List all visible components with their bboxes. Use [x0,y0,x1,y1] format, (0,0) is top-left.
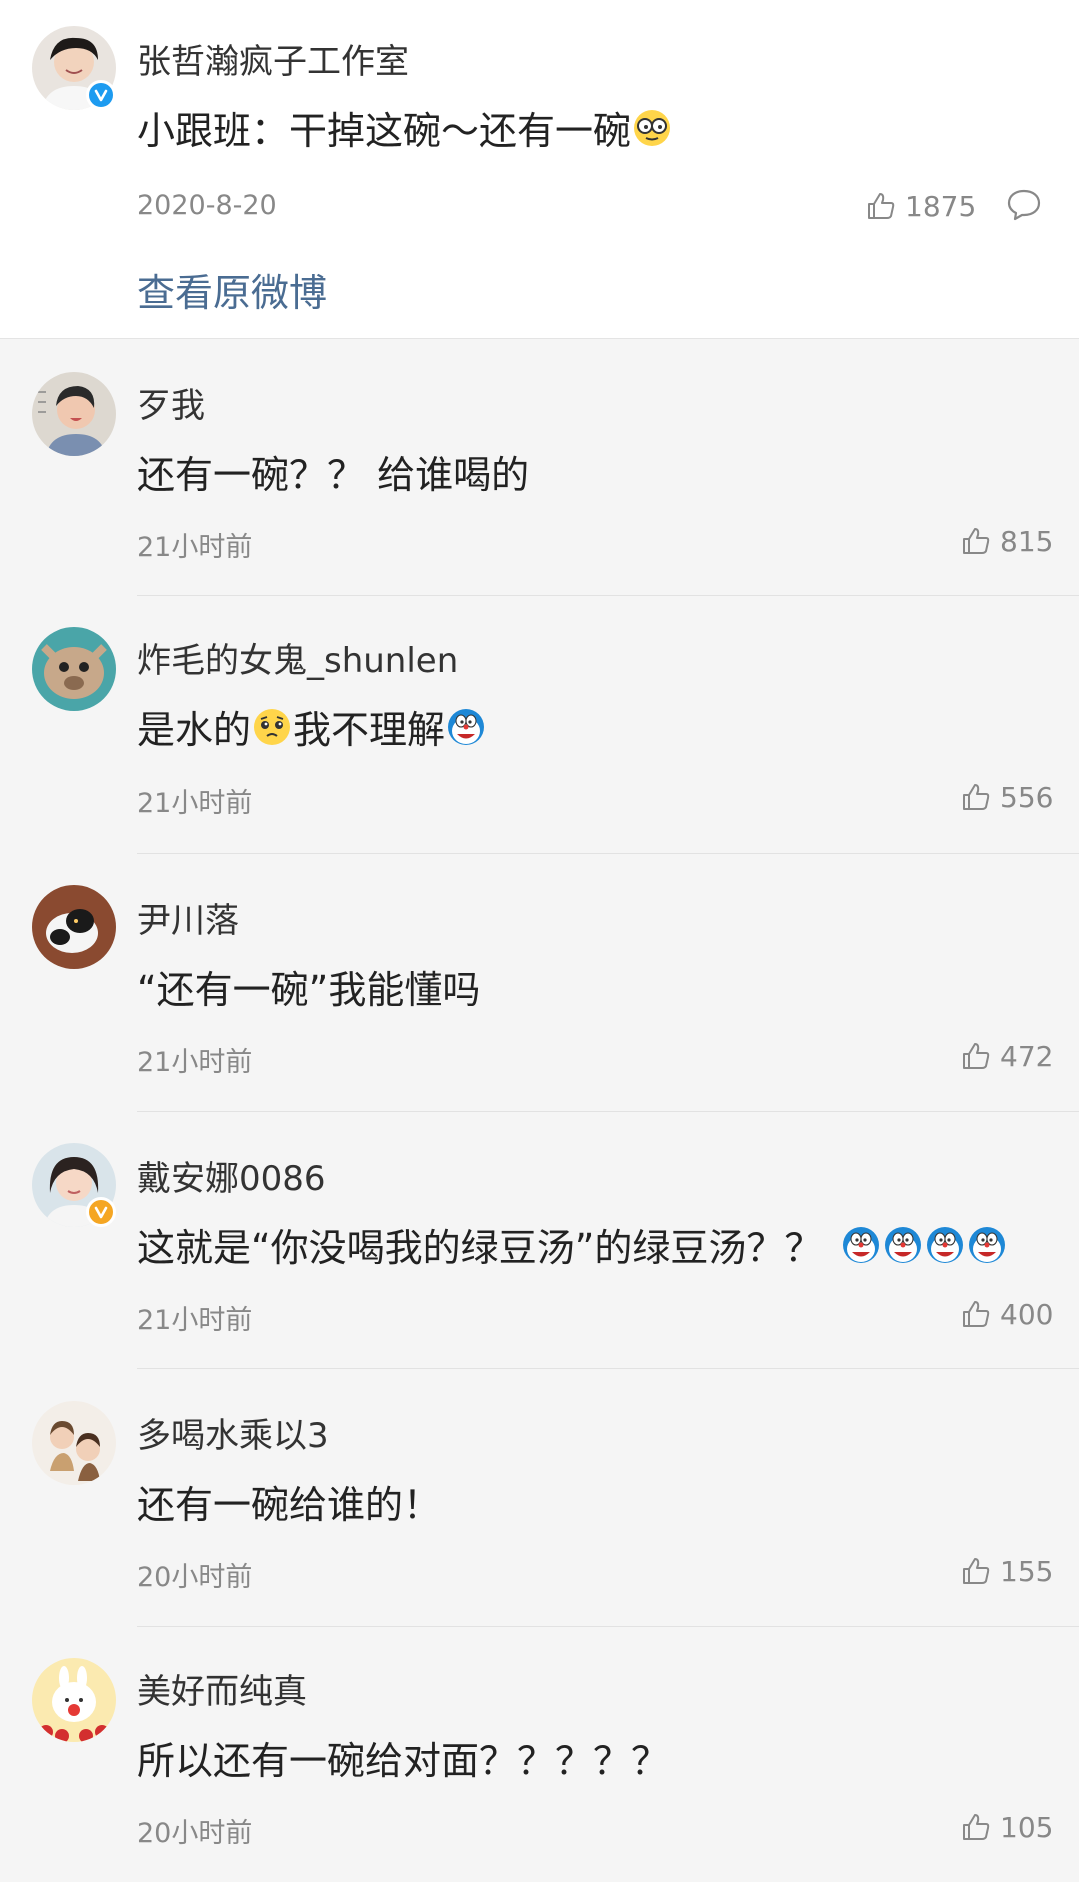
thumbs-up-icon [963,528,990,554]
avatar[interactable] [32,627,116,711]
root-content: 小跟班：干掉这碗～还有一碗 [137,100,673,155]
comment-like-count: 400 [1000,1297,1054,1331]
divider [137,1368,1079,1369]
comment-text: 是水的 我不理解 [137,699,487,754]
comment-bubble-icon[interactable] [1006,186,1042,222]
comment-text: 这就是“你没喝我的绿豆汤”的绿豆汤？？ [137,1217,1008,1272]
comment-username[interactable]: 戴安娜0086 [137,1151,326,1200]
comment-text-part: 是水的 [137,708,252,752]
comment-like-button[interactable]: 400 [960,1294,1053,1334]
thumbs-up-icon [963,1814,990,1840]
comment-item: 炸毛的女鬼_shunlen 是水的 我不理解 21小时前 556 [0,597,1079,854]
doraemon-emoji-icon [446,707,486,747]
comment-like-count: 556 [1000,780,1054,814]
comment-username[interactable]: 炸毛的女鬼_shunlen [137,633,458,682]
divider [137,595,1079,596]
root-like-button[interactable]: 1875 [865,186,976,226]
divider [137,1626,1079,1627]
comment-item: 戴安娜0086 这就是“你没喝我的绿豆汤”的绿豆汤？？ 21小时前 400 [0,1113,1079,1370]
root-date: 2020-8-20 [137,190,277,221]
comment-text-body: 还有一碗？？ 给谁喝的 [137,453,530,497]
comment-username[interactable]: 多喝水乘以3 [137,1408,329,1457]
doraemon-emoji-icon [925,1225,965,1265]
comment-item: 多喝水乘以3 还有一碗给谁的！ 20小时前 155 [0,1370,1079,1627]
avatar[interactable] [32,1658,116,1742]
comment-text-body: 还有一碗给谁的！ [137,1483,442,1527]
comment-time: 20小时前 [137,1818,253,1849]
view-original-link[interactable]: 查看原微博 [137,262,327,317]
comment-time: 21小时前 [137,532,253,563]
comment-item: 歹我 还有一碗？？ 给谁喝的 21小时前 815 [0,340,1079,597]
comment-like-button[interactable]: 155 [960,1551,1053,1591]
comment-item: 尹川落 “还有一碗”我能懂吗 21小时前 472 [0,855,1079,1112]
divider [137,1111,1079,1112]
doraemon-emoji-icon [841,1225,881,1265]
comment-username[interactable]: 尹川落 [137,893,239,942]
comment-time: 21小时前 [137,1305,253,1336]
thumbs-up-icon [963,1301,990,1327]
comment-like-button[interactable]: 556 [960,777,1053,817]
comment-time: 21小时前 [137,1047,253,1078]
comment-time: 20小时前 [137,1562,253,1593]
comment-text: 还有一碗给谁的！ [137,1474,441,1529]
thumbs-up-icon [963,1043,990,1069]
verified-badge-icon [86,80,116,110]
comment-username[interactable]: 美好而纯真 [137,1664,307,1713]
doraemon-emoji-icon [883,1225,923,1265]
root-text: 小跟班：干掉这碗～还有一碗 [137,109,632,153]
comment-text: 所以还有一碗给对面？？？？？ [137,1730,669,1785]
root-post: 张哲瀚疯子工作室 小跟班：干掉这碗～还有一碗 2020-8-20 1875 查看… [0,0,1079,339]
root-like-count: 1875 [905,189,977,223]
divider [137,853,1079,854]
comment-text-part: 我不理解 [293,708,446,752]
comment-like-count: 155 [1000,1554,1054,1588]
thumbs-up-icon [868,193,895,219]
thumbs-up-icon [963,784,990,810]
comment-like-button[interactable]: 105 [960,1807,1053,1847]
doraemon-emoji-icon [967,1225,1007,1265]
avatar[interactable] [32,885,116,969]
comment-item: 美好而纯真 所以还有一碗给对面？？？？？ 20小时前 105 [0,1628,1079,1882]
thumbs-up-icon [963,1558,990,1584]
root-username[interactable]: 张哲瀚疯子工作室 [137,34,409,83]
cool-glasses-emoji-icon [632,108,672,148]
comment-text: 还有一碗？？ 给谁喝的 [137,444,529,499]
comment-text-body: “还有一碗”我能懂吗 [137,968,481,1012]
comment-text: “还有一碗”我能懂吗 [137,959,480,1014]
comment-time: 21小时前 [137,788,253,819]
comment-like-count: 472 [1000,1039,1054,1073]
avatar[interactable] [32,372,116,456]
comment-text-body: 这就是“你没喝我的绿豆汤”的绿豆汤？？ [137,1226,823,1270]
comment-text-body: 所以还有一碗给对面？？？？？ [137,1739,670,1783]
verified-gold-badge-icon [86,1197,116,1227]
avatar[interactable] [32,1401,116,1485]
comment-username[interactable]: 歹我 [137,378,205,427]
comment-like-count: 105 [1000,1810,1054,1844]
comment-like-button[interactable]: 815 [960,521,1053,561]
pleading-face-emoji-icon [252,707,292,747]
comment-like-button[interactable]: 472 [960,1036,1053,1076]
comment-like-count: 815 [1000,524,1054,558]
